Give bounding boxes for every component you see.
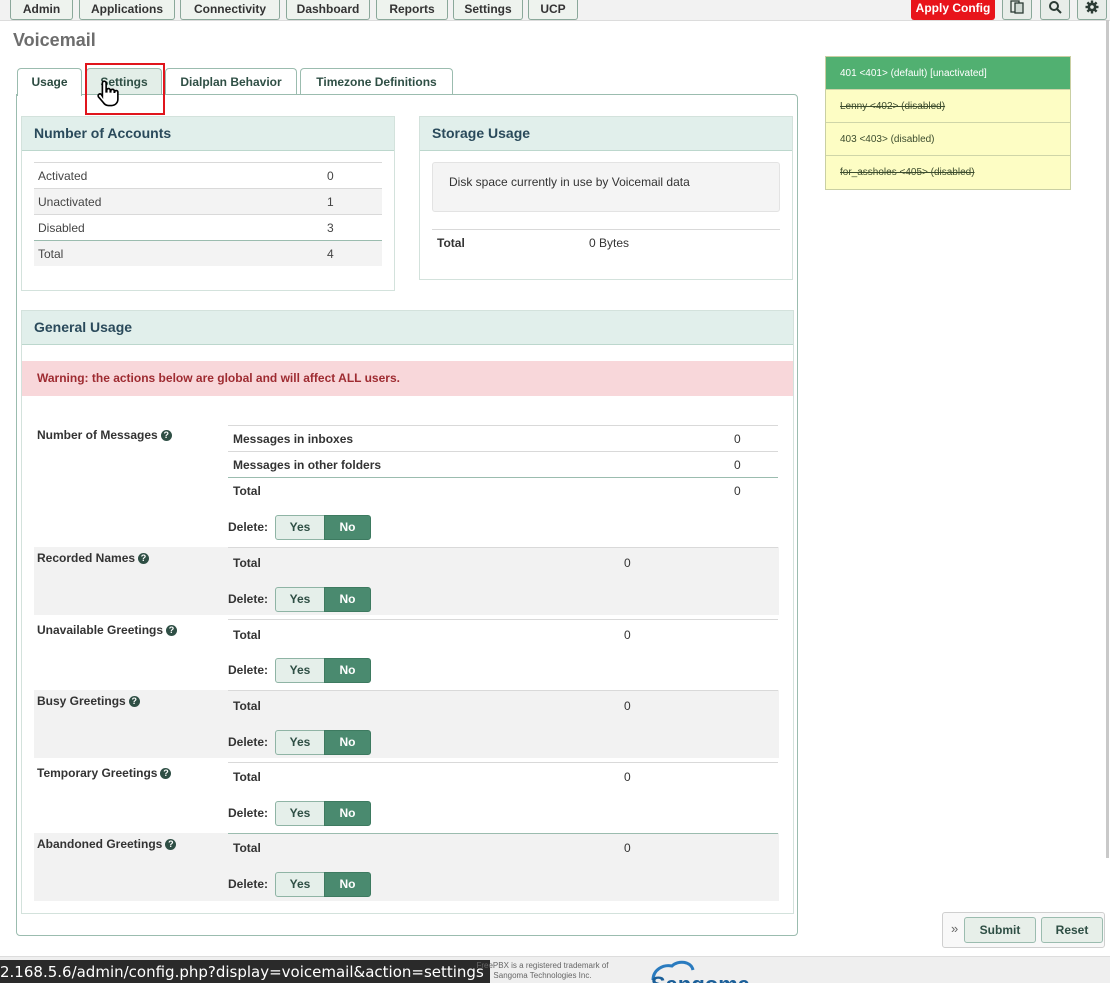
chevron-right-icon[interactable]: » xyxy=(951,921,958,936)
row-value: 0 xyxy=(624,628,631,642)
nav-ucp[interactable]: UCP xyxy=(528,0,578,20)
trademark-text: FreePBX is a registered trademark of San… xyxy=(470,961,615,981)
tab-dialplan-behavior[interactable]: Dialplan Behavior xyxy=(165,68,297,95)
help-icon[interactable]: ? xyxy=(166,625,178,636)
reset-button[interactable]: Reset xyxy=(1041,917,1103,943)
section-label-unavailable-greetings: Unavailable Greetings? xyxy=(37,623,178,637)
search-icon[interactable] xyxy=(1040,0,1070,20)
delete-label: Delete: xyxy=(228,592,269,606)
row-value: 0 xyxy=(734,458,741,472)
help-icon[interactable]: ? xyxy=(128,696,140,707)
delete-yes-button[interactable]: Yes xyxy=(275,801,325,826)
apply-config-button[interactable]: Apply Config xyxy=(911,0,995,20)
help-icon[interactable]: ? xyxy=(138,553,150,564)
section-label-busy-greetings: Busy Greetings? xyxy=(37,694,140,708)
extension-item-401[interactable]: 401 <401> (default) [unactivated] xyxy=(826,57,1070,90)
language-icon[interactable] xyxy=(1002,0,1032,20)
status-bar-url: 2.168.5.6/admin/config.php?display=voice… xyxy=(0,960,490,983)
extension-item-403[interactable]: 403 <403> (disabled) xyxy=(826,123,1070,156)
extension-item-402[interactable]: Lenny <402> (disabled) xyxy=(826,90,1070,123)
panel-title: Storage Usage xyxy=(420,117,792,151)
storage-description: Disk space currently in use by Voicemail… xyxy=(432,162,780,212)
storage-total-label: Total xyxy=(437,236,465,250)
table-row: Total 4 xyxy=(34,240,382,266)
table-row: Disabled 3 xyxy=(34,214,382,240)
row-label: Messages in inboxes xyxy=(233,432,354,446)
delete-label: Delete: xyxy=(228,663,269,677)
delete-yes-button[interactable]: Yes xyxy=(275,730,325,755)
row-label: Unactivated xyxy=(38,195,102,209)
nav-reports[interactable]: Reports xyxy=(376,0,448,20)
row-value: 1 xyxy=(327,195,334,209)
delete-yes-button[interactable]: Yes xyxy=(275,587,325,612)
panel-title: Number of Accounts xyxy=(22,117,394,151)
gear-icon[interactable] xyxy=(1077,0,1107,20)
top-nav: Admin Applications Connectivity Dashboar… xyxy=(0,0,1110,21)
row-value: 0 xyxy=(734,484,741,498)
row-value: 0 xyxy=(327,169,334,183)
row-label: Disabled xyxy=(38,221,85,235)
storage-total-value: 0 Bytes xyxy=(589,236,630,250)
page-title: Voicemail xyxy=(13,30,96,50)
nav-applications[interactable]: Applications xyxy=(79,0,175,20)
row-value: 0 xyxy=(624,556,631,570)
tab-timezone-definitions[interactable]: Timezone Definitions xyxy=(300,68,453,95)
row-label: Total xyxy=(233,556,261,570)
panel-title: General Usage xyxy=(22,311,793,345)
delete-no-button[interactable]: No xyxy=(324,801,371,826)
row-value: 0 xyxy=(624,841,631,855)
delete-yes-button[interactable]: Yes xyxy=(275,515,325,540)
table-row: Activated 0 xyxy=(34,162,382,188)
svg-text:Sangoma: Sangoma xyxy=(651,972,751,983)
submit-button[interactable]: Submit xyxy=(964,917,1036,943)
nav-settings[interactable]: Settings xyxy=(453,0,523,20)
scrollbar[interactable] xyxy=(1106,20,1109,858)
row-label: Total xyxy=(233,628,261,642)
help-icon[interactable]: ? xyxy=(165,839,177,850)
delete-label: Delete: xyxy=(228,877,269,891)
trademark-line: FreePBX is a registered trademark of xyxy=(476,961,609,970)
hand-cursor-icon xyxy=(93,78,123,111)
tab-usage[interactable]: Usage xyxy=(17,68,82,96)
table-row: Unactivated 1 xyxy=(34,188,382,214)
section-label-messages: Number of Messages? xyxy=(37,428,172,442)
warning-alert: Warning: the actions below are global an… xyxy=(22,361,793,396)
delete-no-button[interactable]: No xyxy=(324,872,371,897)
extension-list: 401 <401> (default) [unactivated] Lenny … xyxy=(825,56,1071,190)
row-value: 4 xyxy=(327,247,334,261)
trademark-line: Sangoma Technologies Inc. xyxy=(493,971,592,980)
help-icon[interactable]: ? xyxy=(160,430,172,441)
row-value: 3 xyxy=(327,221,334,235)
row-label: Activated xyxy=(38,169,88,183)
row-label: Total xyxy=(233,484,261,498)
nav-admin[interactable]: Admin xyxy=(10,0,73,20)
row-value: 0 xyxy=(734,432,741,446)
delete-yes-button[interactable]: Yes xyxy=(275,658,325,683)
row-label: Total xyxy=(233,770,261,784)
help-icon[interactable]: ? xyxy=(160,768,172,779)
section-label-temporary-greetings: Temporary Greetings? xyxy=(37,766,172,780)
row-label: Total xyxy=(233,841,261,855)
section-label-abandoned-greetings: Abandoned Greetings? xyxy=(37,837,177,851)
row-value: 0 xyxy=(624,770,631,784)
row-label: Messages in other folders xyxy=(233,458,382,472)
delete-label: Delete: xyxy=(228,520,269,534)
section-busy-greetings xyxy=(34,690,779,758)
extension-item-405[interactable]: for_assholes <405> (disabled) xyxy=(826,156,1070,189)
delete-yes-button[interactable]: Yes xyxy=(275,872,325,897)
row-label: Total xyxy=(233,699,261,713)
row-value: 0 xyxy=(624,699,631,713)
delete-label: Delete: xyxy=(228,806,269,820)
delete-no-button[interactable]: No xyxy=(324,658,371,683)
delete-no-button[interactable]: No xyxy=(324,587,371,612)
delete-no-button[interactable]: No xyxy=(324,515,371,540)
nav-connectivity[interactable]: Connectivity xyxy=(180,0,280,20)
section-label-recorded-names: Recorded Names? xyxy=(37,551,150,565)
row-label: Total xyxy=(38,247,64,261)
nav-dashboard[interactable]: Dashboard xyxy=(286,0,370,20)
sangoma-logo[interactable]: Sangoma xyxy=(645,958,795,986)
delete-no-button[interactable]: No xyxy=(324,730,371,755)
delete-label: Delete: xyxy=(228,735,269,749)
